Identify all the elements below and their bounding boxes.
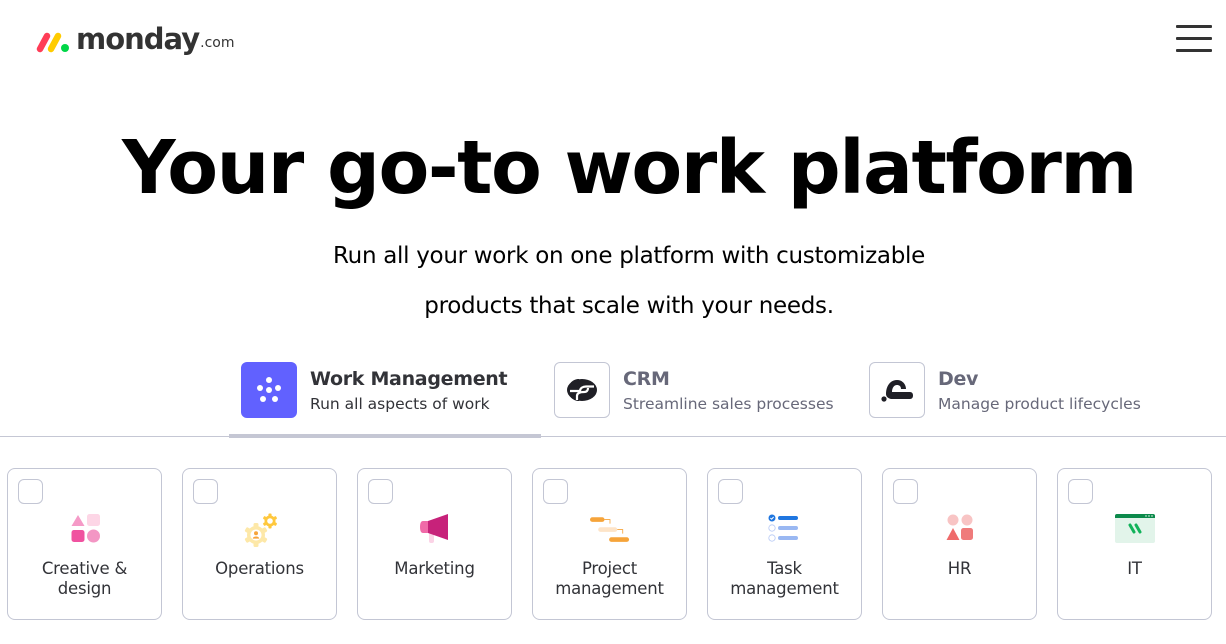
dev-icon <box>869 362 925 418</box>
use-case-checkbox[interactable] <box>18 479 43 504</box>
product-description: Manage product lifecycles <box>938 394 1141 413</box>
use-case-card-hr[interactable]: HR <box>882 468 1037 620</box>
tab-work-management[interactable]: Work Management Run all aspects of work <box>241 362 508 418</box>
work-management-dots-icon <box>241 362 297 418</box>
gantt-icon <box>590 517 630 542</box>
logo-wordmark: monday <box>76 22 200 56</box>
product-name: Work Management <box>310 367 508 390</box>
product-description: Streamline sales processes <box>623 394 834 413</box>
use-case-label: Creative & design <box>41 559 128 598</box>
use-case-checkbox[interactable] <box>368 479 393 504</box>
hero-title: Your go-to work platform <box>121 125 1138 211</box>
monday-logo-mark-icon <box>36 32 69 53</box>
use-case-card-project-management[interactable]: Project management <box>532 468 687 620</box>
megaphone-icon <box>420 514 448 543</box>
use-case-checkbox[interactable] <box>893 479 918 504</box>
use-case-checkbox[interactable] <box>193 479 218 504</box>
people-shapes-icon <box>946 514 973 540</box>
use-case-label: Operations <box>215 559 304 578</box>
product-description: Run all aspects of work <box>310 394 490 413</box>
browser-window-icon <box>1115 514 1155 543</box>
site-header: monday .com <box>0 0 1226 80</box>
product-name: CRM <box>623 367 670 390</box>
active-tab-indicator <box>229 434 541 438</box>
use-case-cards: Creative & design Operations Marketing P… <box>7 468 1219 620</box>
tab-dev[interactable]: Dev Manage product lifecycles <box>869 362 1141 418</box>
checklist-icon <box>768 514 798 542</box>
tab-crm[interactable]: CRM Streamline sales processes <box>554 362 834 418</box>
product-tabs: Work Management Run all aspects of work … <box>0 355 1226 438</box>
use-case-card-marketing[interactable]: Marketing <box>357 468 512 620</box>
hero-subtitle-line-2: products that scale with your needs. <box>424 293 834 319</box>
use-case-checkbox[interactable] <box>718 479 743 504</box>
hamburger-menu-icon[interactable] <box>1176 25 1212 52</box>
use-case-checkbox[interactable] <box>1068 479 1093 504</box>
use-case-label: HR <box>947 559 972 578</box>
product-name: Dev <box>938 367 979 390</box>
tabs-divider <box>0 436 1226 437</box>
use-case-label: Marketing <box>394 559 475 578</box>
use-case-card-creative-design[interactable]: Creative & design <box>7 468 162 620</box>
logo-suffix: .com <box>200 35 235 51</box>
gears-icon <box>244 513 277 547</box>
crm-icon <box>554 362 610 418</box>
use-case-card-operations[interactable]: Operations <box>182 468 337 620</box>
shapes-icon <box>71 514 100 543</box>
use-case-label: Project management <box>555 559 664 598</box>
monday-logo[interactable]: monday .com <box>36 18 235 54</box>
use-case-checkbox[interactable] <box>543 479 568 504</box>
use-case-label: Task management <box>730 559 839 598</box>
hero-subtitle-line-1: Run all your work on one platform with c… <box>333 243 925 269</box>
use-case-card-task-management[interactable]: Task management <box>707 468 862 620</box>
use-case-card-it[interactable]: IT <box>1057 468 1212 620</box>
use-case-label: IT <box>1127 559 1142 578</box>
